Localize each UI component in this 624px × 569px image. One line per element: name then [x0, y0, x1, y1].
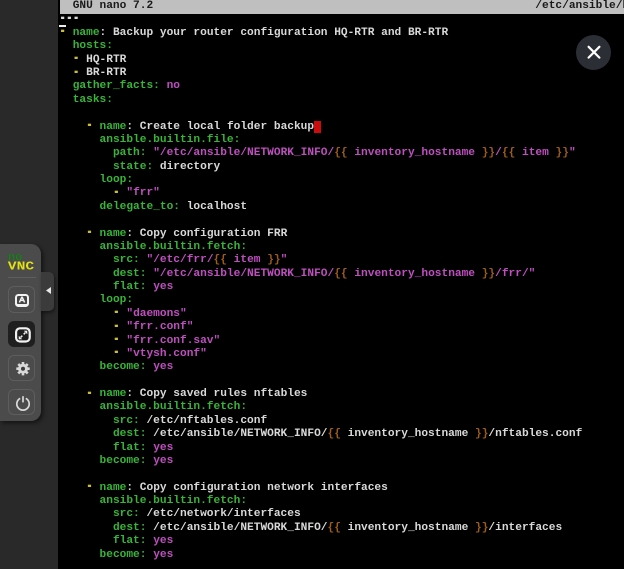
svg-text:VNC: VNC [8, 260, 35, 272]
